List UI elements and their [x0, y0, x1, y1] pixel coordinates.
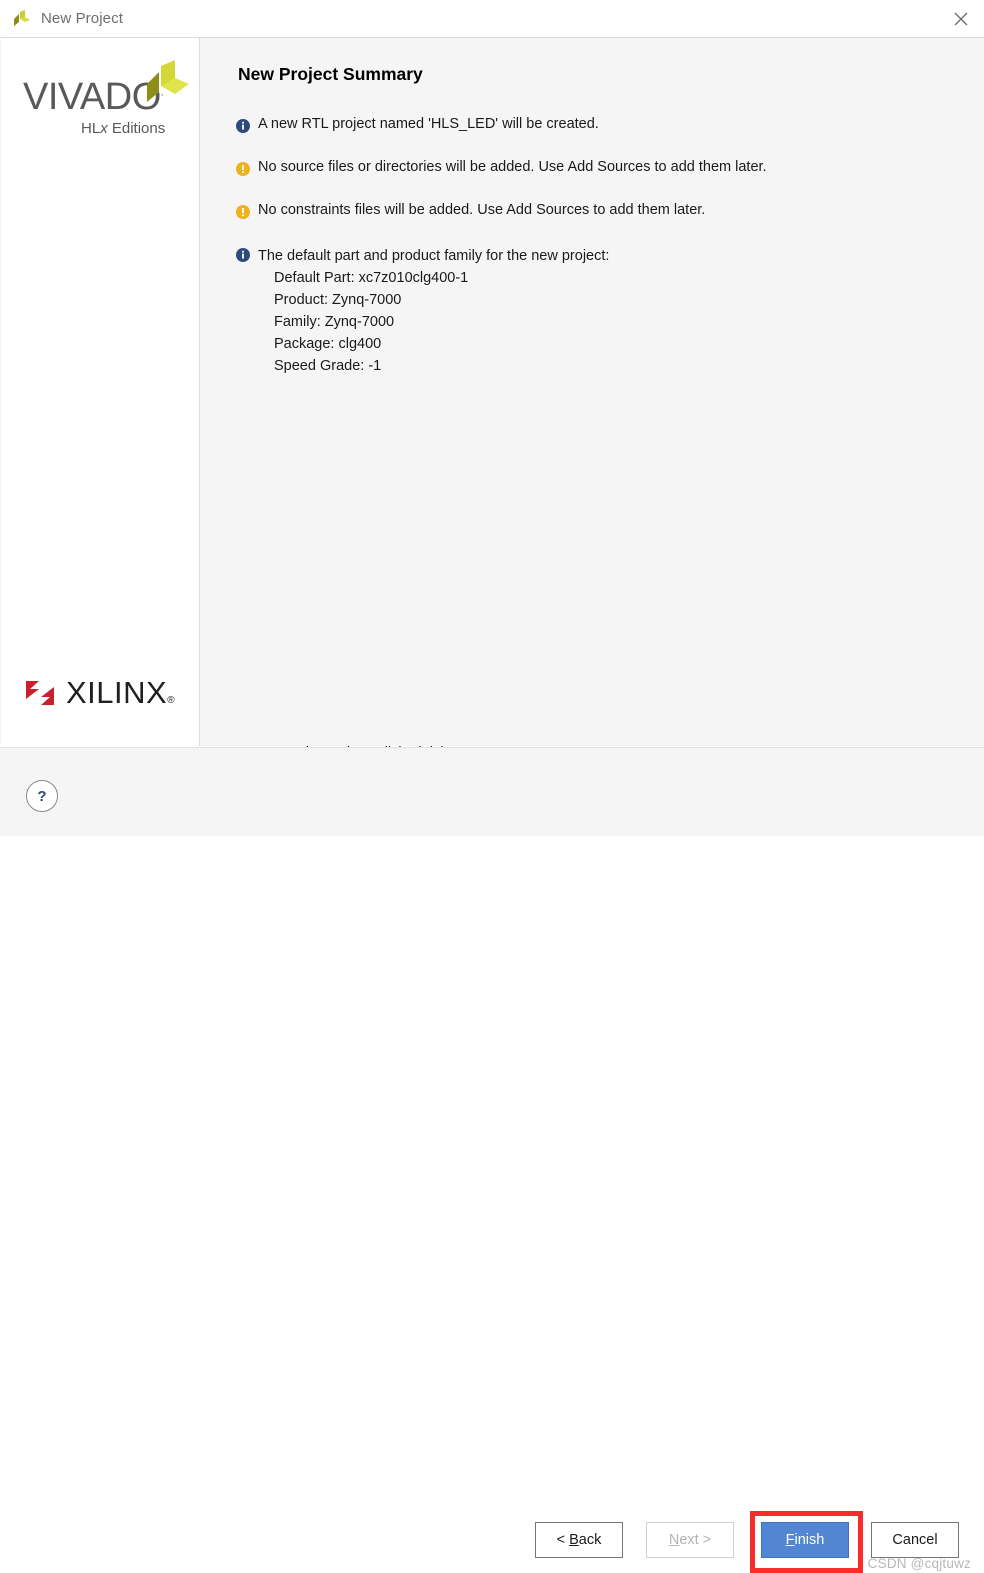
window-title: New Project	[41, 10, 123, 27]
summary-message-text: The default part and product family for …	[258, 248, 610, 264]
vivado-mark-icon	[143, 58, 191, 106]
summary-message-info-part: The default part and product family for …	[236, 245, 936, 377]
part-details-block: The default part and product family for …	[258, 245, 609, 377]
next-button-label: Next >	[668, 1532, 712, 1548]
vivado-logo-icon	[11, 9, 31, 29]
summary-message-text: A new RTL project named 'HLS_LED' will b…	[258, 116, 599, 132]
summary-message-text: No constraints files will be added. Use …	[258, 202, 706, 218]
vivado-logo: VIVADO. HLx Editions	[23, 58, 189, 137]
cancel-button[interactable]: Cancel	[871, 1522, 959, 1558]
xilinx-logo: XILINX®	[25, 675, 176, 710]
summary-message-info-project: A new RTL project named 'HLS_LED' will b…	[236, 116, 936, 133]
finish-button[interactable]: Finish	[761, 1522, 849, 1558]
vivado-edition-label: HLx Editions	[81, 120, 166, 137]
branding-sidebar: VIVADO. HLx Editions XILINX®	[1, 38, 200, 746]
info-icon	[236, 119, 250, 133]
part-detail-package: Package: clg400	[274, 336, 382, 352]
dialog-button-bar: ? < Back Next > Finish Cancel CSDN @cqjt…	[0, 747, 984, 1573]
summary-message-text: No source files or directories will be a…	[258, 159, 767, 175]
help-button[interactable]: ?	[26, 780, 58, 812]
back-button[interactable]: < Back	[535, 1522, 623, 1558]
watermark-text: CSDN @cqjtuwz	[867, 1556, 971, 1571]
xilinx-mark-icon	[25, 678, 55, 708]
summary-message-warning-constraints: No constraints files will be added. Use …	[236, 202, 936, 219]
summary-content: New Project Summary A new RTL project na…	[201, 38, 984, 761]
part-detail-lines: Default Part: xc7z010clg400-1 Product: Z…	[258, 267, 609, 377]
page-title: New Project Summary	[238, 64, 423, 84]
part-detail-speed-grade: Speed Grade: -1	[274, 358, 382, 374]
back-button-label: < Back	[556, 1532, 602, 1548]
summary-message-warning-sources: No source files or directories will be a…	[236, 159, 936, 176]
part-detail-family: Family: Zynq-7000	[274, 314, 395, 330]
finish-button-label: Finish	[785, 1532, 825, 1548]
warning-icon	[236, 162, 250, 176]
xilinx-wordmark: XILINX®	[66, 675, 176, 710]
help-icon: ?	[37, 787, 47, 805]
dialog-body: VIVADO. HLx Editions XILINX® New Project…	[0, 38, 984, 761]
window-titlebar: New Project	[0, 0, 984, 38]
info-icon	[236, 248, 250, 262]
summary-message-list: A new RTL project named 'HLS_LED' will b…	[236, 116, 936, 403]
next-button: Next >	[646, 1522, 734, 1558]
part-detail-default-part: Default Part: xc7z010clg400-1	[274, 270, 469, 286]
part-detail-product: Product: Zynq-7000	[274, 292, 402, 308]
warning-icon	[236, 205, 250, 219]
xilinx-registered-mark: ®	[167, 695, 176, 706]
close-icon[interactable]	[938, 0, 984, 37]
cancel-button-label: Cancel	[892, 1532, 938, 1548]
